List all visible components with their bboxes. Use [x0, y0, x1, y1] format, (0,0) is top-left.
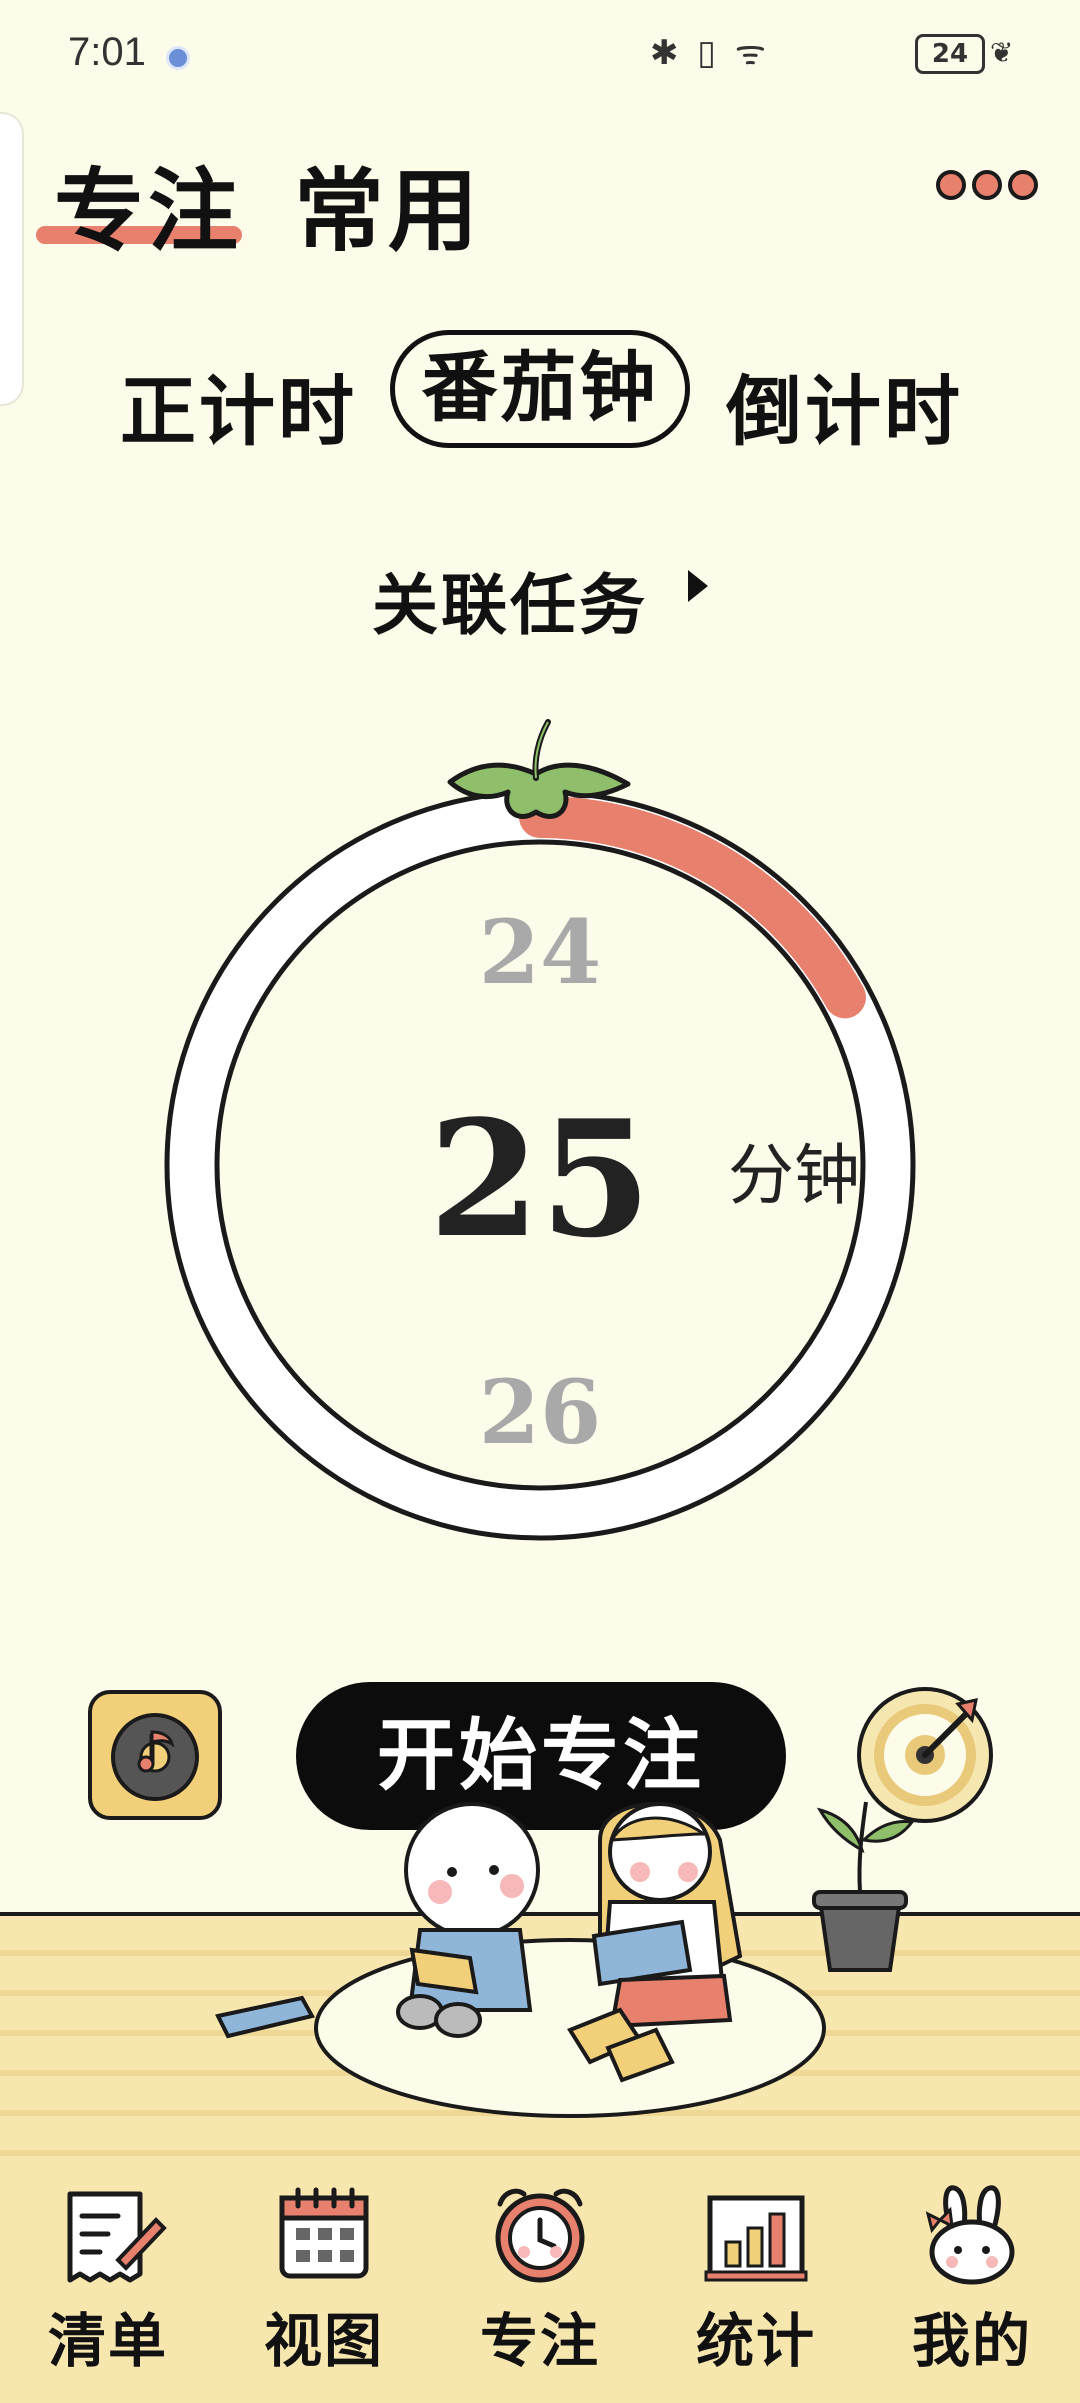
more-dot-icon — [972, 170, 1002, 200]
nav-item-stats[interactable]: 统计 — [648, 2180, 864, 2378]
dial-next-value: 26 — [478, 1360, 602, 1464]
status-time: 7:01 — [68, 30, 146, 74]
nav-item-view[interactable]: 视图 — [216, 2180, 432, 2378]
nav-label-focus: 专注 — [479, 2307, 600, 2375]
checklist-icon — [67, 2191, 167, 2283]
more-dot-icon — [1008, 170, 1038, 200]
reading-kids-illustration — [215, 1801, 915, 2118]
nav-label-mine: 我的 — [911, 2307, 1032, 2375]
dial-previous-value: 24 — [478, 900, 602, 1004]
mode-count-down[interactable]: 倒计时 — [726, 350, 963, 460]
leaf-icon: ❦ — [990, 36, 1014, 69]
nav-item-focus[interactable]: 专注 — [432, 2180, 648, 2378]
bunny-icon — [925, 2185, 1015, 2285]
more-dot-icon — [936, 170, 966, 200]
nav-label-list: 清单 — [47, 2307, 168, 2375]
nav-item-mine[interactable]: 我的 — [864, 2180, 1080, 2378]
dial-unit-label: 分钟 — [728, 1137, 860, 1214]
calendar-icon — [279, 2187, 369, 2279]
nav-label-view: 视图 — [263, 2307, 384, 2375]
caret-right-icon — [688, 570, 708, 602]
mode-count-up[interactable]: 正计时 — [120, 350, 357, 460]
status-icons: ✱ ▯ ᯤ — [650, 33, 770, 73]
notification-dot-icon — [166, 46, 190, 70]
tab-focus[interactable]: 专注 — [54, 138, 242, 268]
more-options-button[interactable] — [936, 170, 1038, 200]
nav-item-list[interactable]: 清单 — [0, 2180, 216, 2378]
dial-current-value: 25 — [428, 1085, 652, 1273]
side-drawer-handle[interactable] — [0, 112, 24, 406]
mode-pomodoro[interactable]: 番茄钟 — [390, 330, 690, 448]
bar-chart-icon — [704, 2195, 808, 2282]
battery-icon: 24 — [915, 34, 985, 74]
tab-common[interactable]: 常用 — [294, 138, 482, 268]
alarm-clock-icon — [495, 2188, 585, 2283]
nav-label-stats: 统计 — [695, 2307, 816, 2375]
related-task-button[interactable]: 关联任务 — [372, 552, 648, 648]
